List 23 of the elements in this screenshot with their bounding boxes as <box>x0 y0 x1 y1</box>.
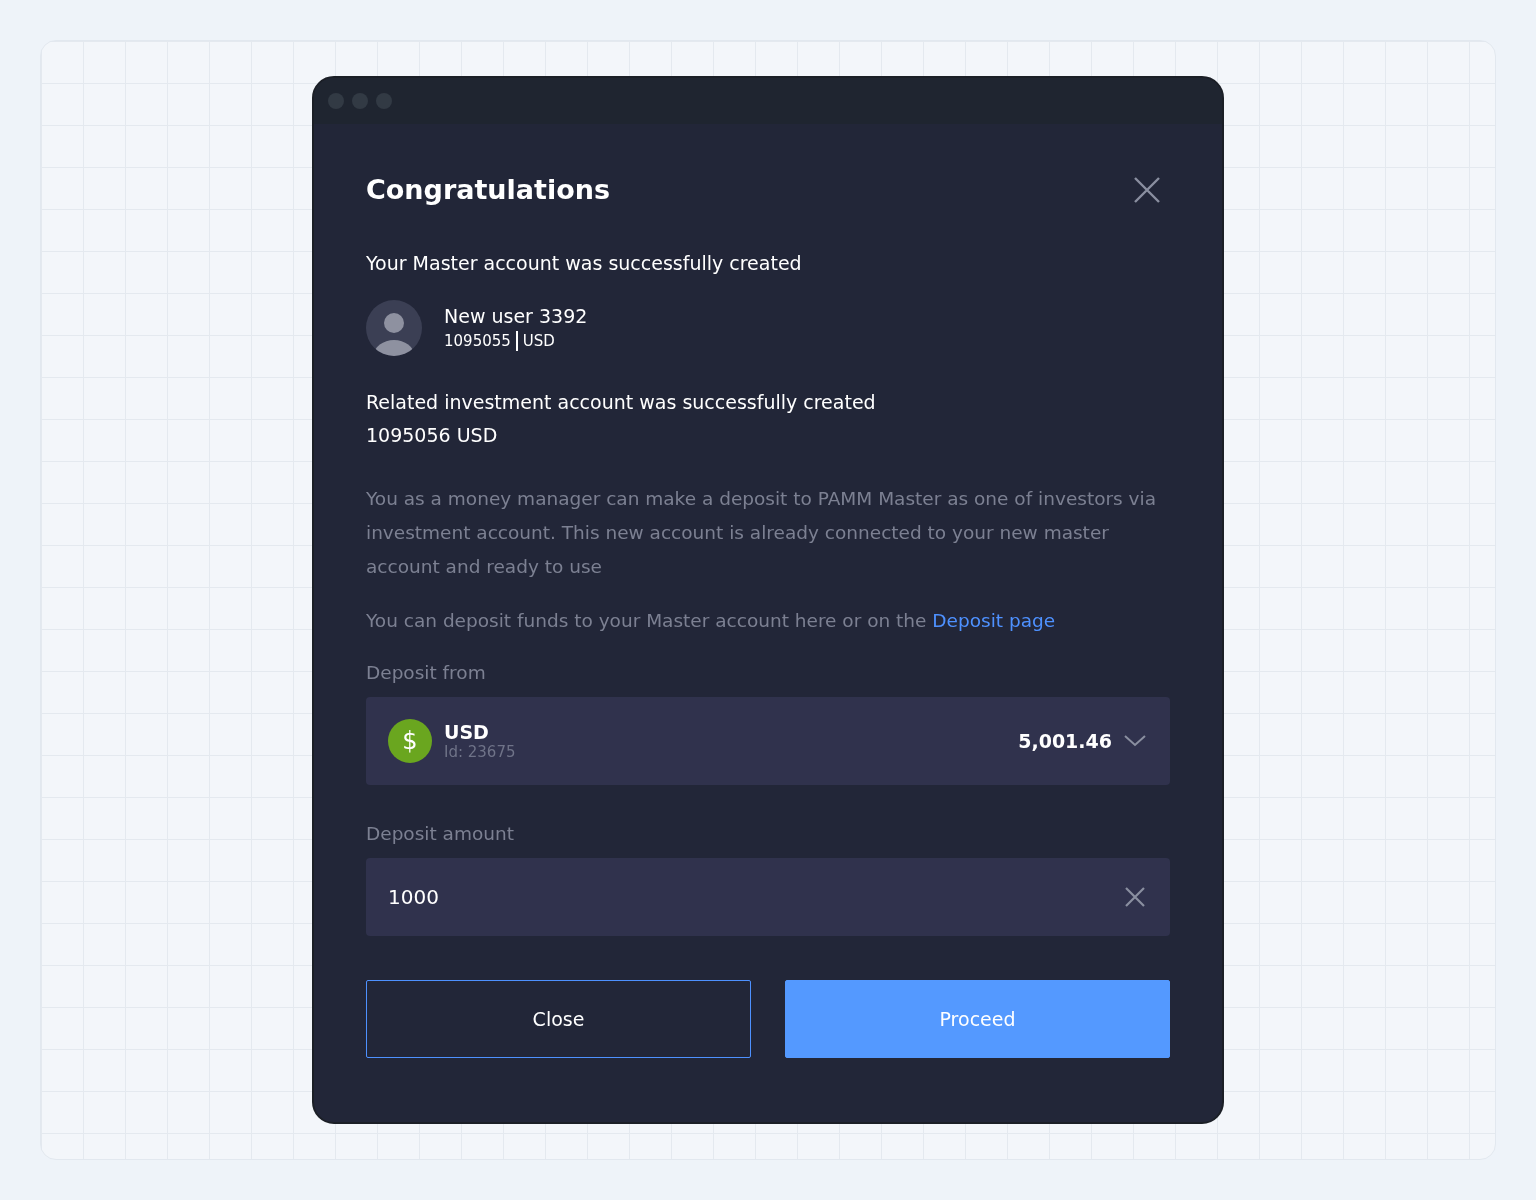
success-message: Related investment account was successfully created <box>366 390 877 415</box>
account-currency: USD <box>522 332 555 350</box>
account-select[interactable]: $ USD Id: 23675 5,001.46 <box>366 697 1170 785</box>
related-account: 1095056 USD <box>366 423 499 448</box>
close-icon[interactable] <box>1132 174 1162 205</box>
currency-name: USD <box>444 721 490 743</box>
success-message: Your Master account was successfully created <box>366 251 803 276</box>
clear-icon[interactable] <box>1124 886 1146 908</box>
deposit-note: You can deposit funds to your Master account here or on the Deposit page <box>366 609 1057 633</box>
amount-field[interactable]: 1000 <box>366 858 1170 936</box>
account-balance: 5,001.46 <box>1018 730 1112 752</box>
avatar-icon <box>366 300 422 356</box>
account-id: Id: 23675 <box>444 743 517 761</box>
field-label: Deposit from <box>366 662 487 683</box>
chevron-down-icon <box>1124 735 1146 747</box>
dialog-title: Congratulations <box>366 174 611 205</box>
field-label: Deposit amount <box>366 823 515 844</box>
dialog-button[interactable]: Close <box>366 980 751 1058</box>
currency-badge: $ <box>388 719 432 763</box>
deposit-page-link[interactable]: Deposit page <box>932 610 1056 631</box>
info-paragraph: You as a money manager can make a deposit to PAMM Master as one of investors via investment account. This new account is already connected to your new master account and ready to use <box>366 487 1158 579</box>
account-number: 1095055 <box>444 332 511 350</box>
user-name: New user 3392 <box>444 305 588 327</box>
